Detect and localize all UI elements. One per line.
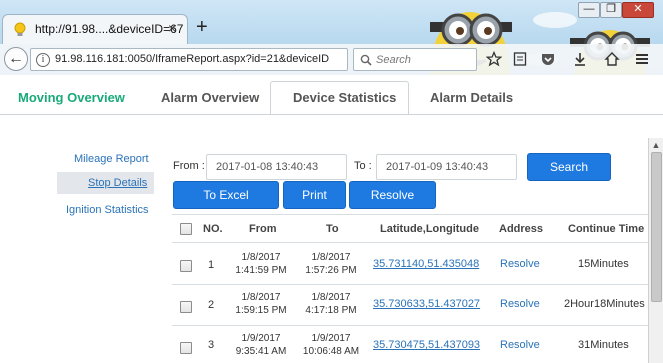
row-to: 1/8/2017 1:57:26 PM (296, 251, 366, 277)
back-button[interactable]: ← (4, 47, 28, 71)
row-from: 1/8/2017 1:59:15 PM (227, 291, 295, 317)
sidebar-item-stop-details[interactable]: Stop Details (88, 177, 147, 189)
row-resolve-link[interactable]: Resolve (500, 339, 540, 351)
row-from-date: 1/9/2017 (241, 333, 281, 344)
reading-list-icon[interactable] (512, 51, 528, 67)
search-placeholder: Search (376, 54, 411, 66)
browser-tab[interactable]: http://91.98....&deviceID=67 × (2, 14, 188, 44)
row-from-date: 1/8/2017 (241, 292, 281, 303)
tabs-divider (0, 114, 663, 115)
new-tab-button[interactable]: + (196, 17, 208, 37)
row-checkbox[interactable] (180, 342, 192, 354)
row-duration: 15Minutes (578, 258, 629, 270)
row-divider (172, 284, 648, 285)
scroll-up-arrow-icon[interactable]: ▲ (651, 140, 661, 150)
minimize-button[interactable]: — (578, 2, 600, 18)
row-number: 1 (208, 259, 215, 271)
row-to-time: 1:57:26 PM (305, 265, 357, 276)
lightbulb-icon (14, 22, 26, 36)
row-latlng-link[interactable]: 35.730475,51.437093 (373, 339, 480, 351)
row-from-date: 1/8/2017 (241, 252, 281, 263)
row-to-date: 1/8/2017 (311, 292, 351, 303)
home-icon[interactable] (604, 51, 620, 67)
download-icon[interactable] (572, 51, 588, 67)
col-header-to: To (326, 223, 339, 235)
resolve-button[interactable]: Resolve (349, 181, 436, 209)
from-label: From : (173, 160, 205, 172)
row-duration: 31Minutes (578, 339, 629, 351)
header-divider (172, 242, 648, 243)
browser-search-input[interactable]: Search (353, 48, 477, 71)
tab-alarm-overview[interactable]: Alarm Overview (161, 90, 259, 105)
tab-title: http://91.98....&deviceID=67 (35, 22, 184, 36)
col-header-no: NO. (203, 223, 223, 235)
sidebar-item-mileage-report[interactable]: Mileage Report (74, 153, 149, 165)
to-label: To : (354, 160, 372, 172)
info-icon[interactable]: i (36, 53, 50, 67)
row-number: 3 (208, 339, 215, 351)
scrollbar-thumb[interactable] (651, 152, 662, 302)
restore-button[interactable]: ❐ (600, 2, 622, 18)
browser-chrome: http://91.98....&deviceID=67 × + — ❐ ✕ ←… (0, 0, 663, 75)
row-to: 1/8/2017 4:17:18 PM (296, 291, 366, 317)
star-icon[interactable] (486, 51, 502, 67)
table-top-border (172, 214, 648, 215)
row-to-time: 10:06:48 AM (302, 346, 360, 357)
search-button[interactable]: Search (527, 153, 611, 181)
navigation-bar: ← i 91.98.116.181:0050/IframeReport.aspx… (0, 44, 663, 75)
pocket-icon[interactable] (540, 51, 556, 67)
row-from-time: 9:35:41 AM (235, 346, 287, 357)
row-latlng-link[interactable]: 35.730633,51.437027 (373, 298, 480, 310)
row-checkbox[interactable] (180, 301, 192, 313)
search-icon (360, 54, 372, 66)
tab-alarm-details[interactable]: Alarm Details (430, 90, 513, 105)
tab-device-statistics[interactable]: Device Statistics (293, 90, 396, 105)
stop-details-table: NO. From To Latitude,Longitude Address C… (172, 214, 648, 363)
sidebar-item-ignition-statistics[interactable]: Ignition Statistics (66, 204, 149, 216)
row-to: 1/9/2017 10:06:48 AM (296, 332, 366, 358)
col-header-continue-time: Continue Time (568, 223, 645, 235)
close-tab-icon[interactable]: × (168, 20, 176, 36)
vertical-scrollbar[interactable]: ▲ (648, 138, 663, 363)
row-from: 1/8/2017 1:41:59 PM (227, 251, 295, 277)
address-bar[interactable]: i 91.98.116.181:0050/IframeReport.aspx?i… (30, 48, 348, 71)
row-resolve-link[interactable]: Resolve (500, 258, 540, 270)
address-url[interactable]: 91.98.116.181:0050/IframeReport.aspx?id=… (55, 53, 329, 65)
row-from: 1/9/2017 9:35:41 AM (227, 332, 295, 358)
report-tabs: Moving Overview Alarm Overview Device St… (0, 75, 663, 115)
col-header-from: From (249, 223, 277, 235)
close-window-button[interactable]: ✕ (622, 2, 654, 18)
select-all-checkbox[interactable] (180, 223, 192, 235)
row-resolve-link[interactable]: Resolve (500, 298, 540, 310)
menu-icon[interactable] (634, 51, 650, 67)
col-header-latlng: Latitude,Longitude (380, 223, 479, 235)
row-latlng-link[interactable]: 35.731140,51.435048 (373, 258, 479, 270)
row-to-date: 1/8/2017 (311, 252, 351, 263)
row-to-date: 1/9/2017 (311, 333, 351, 344)
row-duration: 2Hour18Minutes (564, 298, 645, 310)
from-date-input[interactable]: 2017-01-08 13:40:43 (206, 154, 347, 180)
export-excel-button[interactable]: To Excel (173, 181, 279, 209)
row-to-time: 4:17:18 PM (305, 305, 357, 316)
row-divider (172, 325, 648, 326)
col-header-address: Address (499, 223, 544, 235)
tab-moving-overview[interactable]: Moving Overview (18, 90, 125, 105)
row-number: 2 (208, 299, 215, 311)
print-button[interactable]: Print (283, 181, 346, 209)
to-date-input[interactable]: 2017-01-09 13:40:43 (376, 154, 517, 180)
row-from-time: 1:59:15 PM (235, 305, 287, 316)
row-from-time: 1:41:59 PM (235, 265, 287, 276)
row-checkbox[interactable] (180, 260, 192, 272)
